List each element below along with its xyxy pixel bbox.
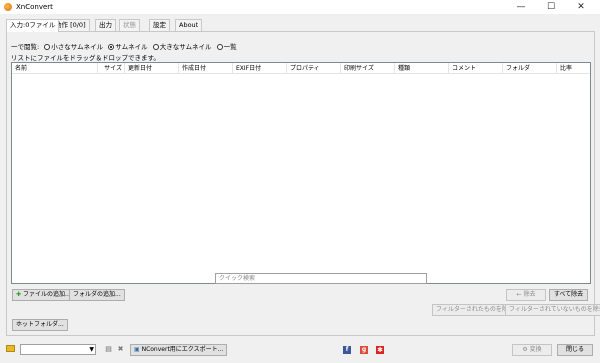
column-print-size[interactable]: 印刷サイズ [341, 63, 395, 74]
radio-small-thumbnails[interactable] [44, 44, 51, 50]
hot-folder-button[interactable]: ホットフォルダ... [12, 319, 68, 331]
chevron-down-icon: ▼ [89, 346, 94, 353]
column-ratio[interactable]: 比率 [557, 63, 590, 74]
tab-input[interactable]: 入力:0ファイル [6, 19, 60, 32]
remove-button: ← 除去 [506, 289, 546, 301]
facebook-icon[interactable]: f [343, 346, 351, 354]
delete-icon[interactable]: ✖ [116, 345, 125, 353]
radio-label-large: 大きなサムネイル [159, 43, 212, 51]
radio-label-list: 一覧 [223, 43, 237, 51]
view-mode-bar: 一で閲覧: 小さなサムネイル サムネイル 大きなサムネイル 一覧 [11, 41, 237, 51]
minimize-button[interactable]: — [510, 0, 532, 14]
column-comment[interactable]: コメント [449, 63, 503, 74]
column-type[interactable]: 種類 [395, 63, 449, 74]
file-list-header: 名前 サイズ 更新日付 作成日付 EXIF日付 プロパティ 印刷サイズ 種類 コ… [12, 63, 590, 74]
google-plus-icon[interactable]: g [360, 346, 368, 354]
column-folder[interactable]: フォルダ [503, 63, 557, 74]
file-list[interactable]: 名前 サイズ 更新日付 作成日付 EXIF日付 プロパティ 印刷サイズ 種類 コ… [11, 62, 591, 284]
close-button[interactable]: 閉じる [557, 344, 593, 356]
remove-label: 除去 [523, 291, 536, 298]
bottom-bar: ▼ ▤ ✖ ▣ NConvert用にエクスポート... f g ✱ ⚙ 変換 閉… [0, 340, 600, 363]
save-icon[interactable]: ▤ [104, 345, 113, 353]
radio-thumbnails[interactable] [108, 44, 115, 50]
xnconvert-logo-icon [4, 3, 12, 11]
quick-search-input[interactable]: クイック検索 [215, 273, 427, 284]
column-name[interactable]: 名前 [12, 63, 98, 74]
tab-settings[interactable]: 設定 [149, 19, 170, 31]
tab-about[interactable]: About [175, 19, 203, 31]
column-exif-date[interactable]: EXIF日付 [233, 63, 287, 74]
export-nconvert-button[interactable]: ▣ NConvert用にエクスポート... [130, 344, 228, 356]
folder-icon[interactable] [6, 345, 15, 352]
convert-button: ⚙ 変換 [512, 344, 552, 356]
maximize-button[interactable]: ☐ [540, 0, 562, 14]
gift-icon[interactable]: ✱ [376, 346, 384, 354]
add-files-button[interactable]: ✚ ファイルの追加... [12, 289, 75, 301]
title-bar: XnConvert — ☐ ✕ [0, 0, 600, 14]
add-icon: ✚ [16, 291, 22, 298]
add-folder-button[interactable]: フォルダの追加... [69, 289, 125, 301]
tab-status: 状態 [119, 19, 140, 31]
radio-label-thumbnails: サムネイル [115, 43, 148, 51]
app-window: XnConvert — ☐ ✕ 入力:0ファイル 動作 [0/0] 出力 状態 … [0, 0, 600, 363]
column-modified[interactable]: 更新日付 [125, 63, 179, 74]
tab-output[interactable]: 出力 [95, 19, 116, 31]
convert-icon: ⚙ [522, 346, 530, 353]
radio-list[interactable] [216, 44, 223, 50]
convert-label: 変換 [529, 346, 542, 353]
radio-large-thumbnails[interactable] [152, 44, 159, 50]
window-title: XnConvert [16, 3, 53, 11]
preset-combo[interactable]: ▼ [20, 344, 96, 355]
column-size[interactable]: サイズ [98, 63, 125, 74]
column-created[interactable]: 作成日付 [179, 63, 233, 74]
close-window-button[interactable]: ✕ [570, 0, 592, 14]
remove-unfiltered-button: フィルターされていないものを除去 [505, 304, 600, 316]
remove-all-button[interactable]: すべて除去 [549, 289, 588, 301]
export-icon: ▣ [134, 346, 142, 353]
radio-label-small: 小さなサムネイル [51, 43, 104, 51]
view-mode-label: 一で閲覧: [11, 43, 40, 51]
drag-drop-hint: リストにファイルをドラッグ＆ドロップできます。 [11, 54, 160, 62]
export-label: NConvert用にエクスポート... [141, 346, 224, 353]
add-files-label: ファイルの追加... [23, 291, 71, 298]
column-properties[interactable]: プロパティ [287, 63, 341, 74]
